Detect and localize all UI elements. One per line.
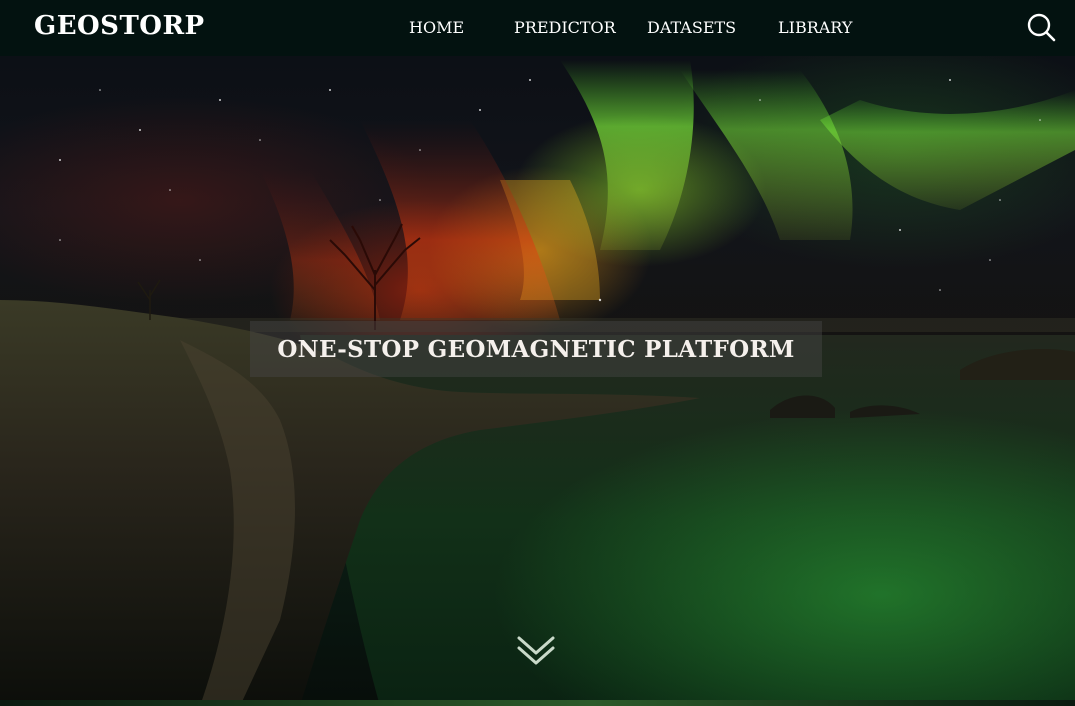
top-navbar: GEOSTORP HOME PREDICTOR DATASETS LIBRARY	[0, 0, 1075, 56]
scroll-down-button[interactable]	[515, 632, 557, 668]
hero-headline-band: ONE-STOP GEOMAGNETIC PLATFORM	[250, 321, 822, 377]
brand-logo[interactable]: GEOSTORP	[34, 10, 205, 42]
nav-link-home[interactable]: HOME	[409, 17, 464, 39]
nav-link-library[interactable]: LIBRARY	[778, 17, 852, 39]
hero-headline: ONE-STOP GEOMAGNETIC PLATFORM	[277, 335, 795, 363]
nav-link-predictor[interactable]: PREDICTOR	[514, 17, 616, 39]
nav-link-datasets[interactable]: DATASETS	[647, 17, 736, 39]
double-chevron-down-icon	[517, 636, 555, 665]
page: GEOSTORP HOME PREDICTOR DATASETS LIBRARY…	[0, 0, 1075, 706]
search-icon	[1027, 13, 1056, 42]
search-button[interactable]	[1024, 10, 1058, 44]
bottom-edge-strip	[0, 700, 1075, 706]
